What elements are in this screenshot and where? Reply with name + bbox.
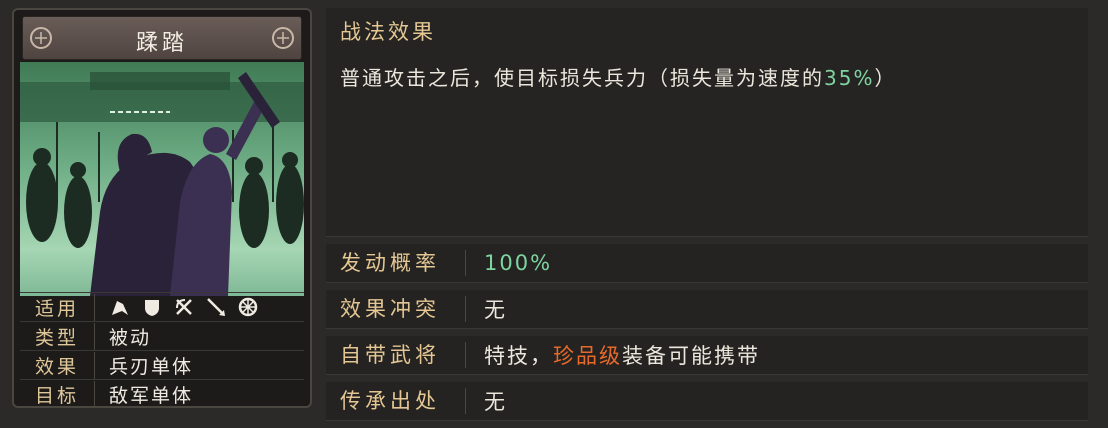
scroll-ornament-icon [272, 27, 294, 49]
trampling-warrior-illustration [20, 72, 304, 296]
card-title: 蹂踏 [135, 31, 188, 56]
info-row-effect: 效果 兵刃单体 [20, 350, 304, 379]
crossed-bows-icon [176, 299, 192, 315]
attr-key: 自带武将 [326, 342, 466, 368]
shield-icon [145, 300, 159, 316]
effect-description-close: ） [874, 66, 897, 90]
effect-description-text: 普通攻击之后，使目标损失兵力（损失量为速度的 [340, 66, 824, 90]
info-value: 敌军单体 [109, 384, 194, 407]
effect-description: 普通攻击之后，使目标损失兵力（损失量为速度的35%） [340, 62, 896, 91]
attr-key: 效果冲突 [326, 296, 466, 322]
tactic-attributes: 发动概率 100% 效果冲突 无 自带武将 特技，珍品级装备可能携带 传承出处 … [326, 244, 1088, 428]
attr-row-innate-general: 自带武将 特技，珍品级装备可能携带 [326, 336, 1088, 375]
info-row-target: 目标 敌军单体 [20, 379, 304, 408]
rarity-highlight: 珍品级 [553, 344, 622, 368]
tactic-effect-panel: 战法效果 普通攻击之后，使目标损失兵力（损失量为速度的35%） [326, 8, 1088, 237]
card-info-table: 适用 类型 被动 效果 兵刃单体 目标 敌军单体 [20, 292, 304, 408]
info-row-applicable: 适用 [20, 292, 304, 321]
attr-row-inheritance-source: 传承出处 无 [326, 382, 1088, 421]
attr-value: 无 [484, 298, 507, 322]
info-key: 适用 [20, 293, 95, 321]
attr-value: 特技，珍品级装备可能携带 [466, 340, 760, 370]
attr-value-text: 特技， [484, 344, 553, 368]
unit-type-icons [95, 296, 259, 318]
info-key: 目标 [20, 380, 95, 408]
attr-row-trigger-rate: 发动概率 100% [326, 244, 1088, 283]
attr-key: 发动概率 [326, 250, 466, 276]
info-value: 兵刃单体 [109, 355, 194, 378]
info-key: 类型 [20, 322, 95, 350]
info-value: 被动 [109, 326, 152, 349]
spear-icon [207, 298, 225, 316]
attr-row-conflict: 效果冲突 无 [326, 290, 1088, 329]
card-title-bar: 蹂踏 [22, 16, 302, 60]
attr-value: 100% [484, 251, 553, 275]
attr-key: 传承出处 [326, 388, 466, 414]
cavalry-icon [112, 301, 128, 315]
tactic-card: 蹂踏 适用 类型 被动 效果 兵刃单体 目标 敌军单体 [12, 8, 312, 408]
attr-value-text: 装备可能携带 [622, 344, 760, 368]
info-key: 效果 [20, 351, 95, 379]
effect-title: 战法效果 [340, 20, 436, 44]
chariot-wheel-icon [238, 297, 258, 317]
tactic-artwork [20, 62, 304, 296]
effect-percentage: 35% [824, 66, 875, 90]
info-row-type: 类型 被动 [20, 321, 304, 350]
attr-value: 无 [484, 390, 507, 414]
